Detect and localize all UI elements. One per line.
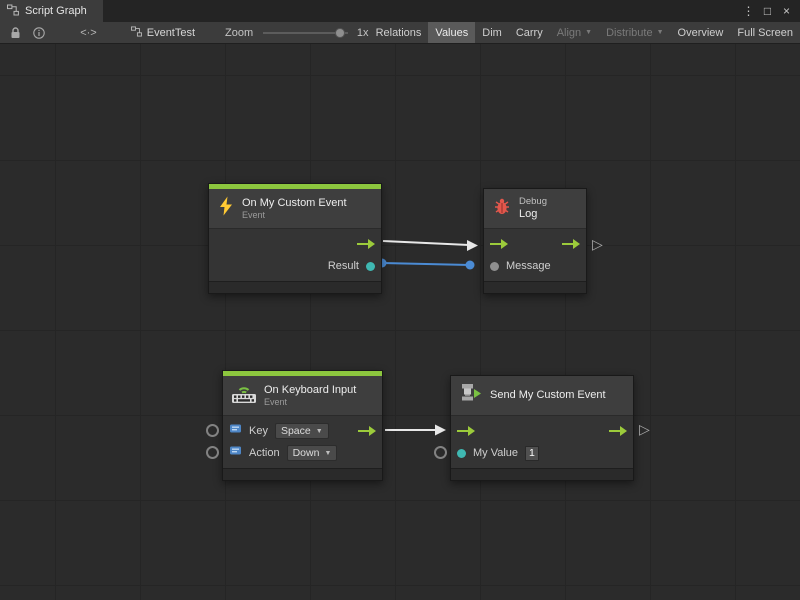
node-send-my-custom-event[interactable]: Send My Custom Event My Value 1 [450,375,634,481]
flow-output-port[interactable] [357,239,375,249]
action-dropdown[interactable]: Down ▼ [287,445,338,461]
enum-type-icon [229,444,242,462]
chevron-down-icon: ▼ [324,450,331,457]
zoom-label: Zoom [225,27,253,39]
toolbar-buttons: Relations Values Dim Carry Align ▼ Distri… [369,22,800,43]
result-port-label: Result [328,260,359,272]
enum-type-icon [229,422,242,440]
my-value-input-port[interactable] [457,449,466,458]
chevron-down-icon: ▼ [585,29,592,36]
tab-title: Script Graph [25,5,87,17]
zoom-slider[interactable] [263,32,348,34]
keyboard-icon [231,382,257,409]
titlebar: Script Graph ⋮ □ × [0,0,800,22]
key-dropdown[interactable]: Space ▼ [275,423,329,439]
fullscreen-button[interactable]: Full Screen [730,22,800,43]
node-title: Log [519,208,547,221]
node-body: Result [209,229,381,281]
overview-button[interactable]: Overview [671,22,731,43]
flow-wire-arrowhead [435,425,446,436]
my-value-input-field[interactable]: 1 [525,446,539,461]
node-body: Key Space ▼ Action Down ▼ [223,416,382,468]
node-header: On Keyboard Input Event [223,376,382,416]
distribute-label: Distribute [606,27,652,39]
node-footer [484,281,586,293]
graph-name: EventTest [147,27,195,39]
flow-input-port[interactable] [457,426,475,436]
unconnected-port-my-value[interactable] [434,446,447,459]
flow-input-port[interactable] [490,239,508,249]
carry-button[interactable]: Carry [509,22,550,43]
values-button[interactable]: Values [428,22,475,43]
node-header: Send My Custom Event [451,376,633,416]
lightning-icon [217,196,235,221]
action-port-label: Action [249,447,280,459]
graph-pointer-icon[interactable]: ▷ [592,237,603,253]
node-title: On Keyboard Input [264,384,356,397]
info-icon[interactable] [27,22,50,43]
result-value-output-port[interactable] [366,262,375,271]
align-button[interactable]: Align ▼ [550,22,599,43]
node-on-keyboard-input[interactable]: On Keyboard Input Event Key Space ▼ Actio… [222,370,383,481]
relations-button[interactable]: Relations [369,22,429,43]
graph-toolbar: <·> EventTest Zoom 1x Relations Values D… [0,22,800,44]
align-label: Align [557,27,581,39]
wire-endpoint-dot[interactable] [466,261,475,270]
graph-icon [131,26,142,40]
flow-wire-arrowhead [467,240,478,251]
bug-icon [492,196,512,221]
unconnected-port-action[interactable] [206,446,219,459]
graph-pointer-icon[interactable]: ▷ [639,422,650,438]
key-port-label: Key [249,425,268,437]
flow-output-port[interactable] [609,426,627,436]
node-on-my-custom-event[interactable]: On My Custom Event Event Result [208,183,382,294]
wires-layer [0,44,800,600]
node-category: Debug [519,196,547,207]
graph-reference[interactable]: EventTest [131,26,195,40]
node-footer [209,281,381,293]
value-wire-result-to-message[interactable] [382,263,470,265]
unconnected-port-key[interactable] [206,424,219,437]
tab-script-graph[interactable]: Script Graph [0,0,103,22]
key-dropdown-value: Space [281,425,311,437]
node-header: Debug Log [484,189,586,229]
node-header: On My Custom Event Event [209,189,381,229]
maximize-icon[interactable]: □ [759,4,776,18]
dim-button[interactable]: Dim [475,22,509,43]
node-body: Message [484,229,586,281]
lock-icon[interactable] [4,22,27,43]
node-footer [451,468,633,480]
node-subtitle: Event [264,397,356,408]
send-event-icon [459,382,483,409]
chevron-down-icon: ▼ [316,428,323,435]
window-controls: ⋮ □ × [740,4,800,18]
flow-wire-customevent-to-log[interactable] [383,241,469,245]
code-view-icon[interactable]: <·> [74,22,103,43]
graph-canvas[interactable]: On My Custom Event Event Result Debug Lo… [0,44,800,600]
node-title: On My Custom Event [242,197,347,210]
zoom-slider-handle[interactable] [335,28,345,38]
my-value-port-label: My Value [473,447,518,459]
script-graph-icon [7,4,19,19]
node-debug-log[interactable]: Debug Log Message [483,188,587,294]
action-dropdown-value: Down [293,447,320,459]
node-subtitle: Event [242,210,347,221]
distribute-button[interactable]: Distribute ▼ [599,22,670,43]
zoom-value: 1x [357,27,369,39]
menu-icon[interactable]: ⋮ [740,4,757,18]
chevron-down-icon: ▼ [657,29,664,36]
node-footer [223,468,382,480]
close-icon[interactable]: × [778,4,795,18]
node-body: My Value 1 [451,416,633,468]
message-port-label: Message [506,260,551,272]
node-title: Send My Custom Event [490,389,606,402]
flow-output-port[interactable] [562,239,580,249]
message-value-input-port[interactable] [490,262,499,271]
flow-output-port[interactable] [358,426,376,436]
